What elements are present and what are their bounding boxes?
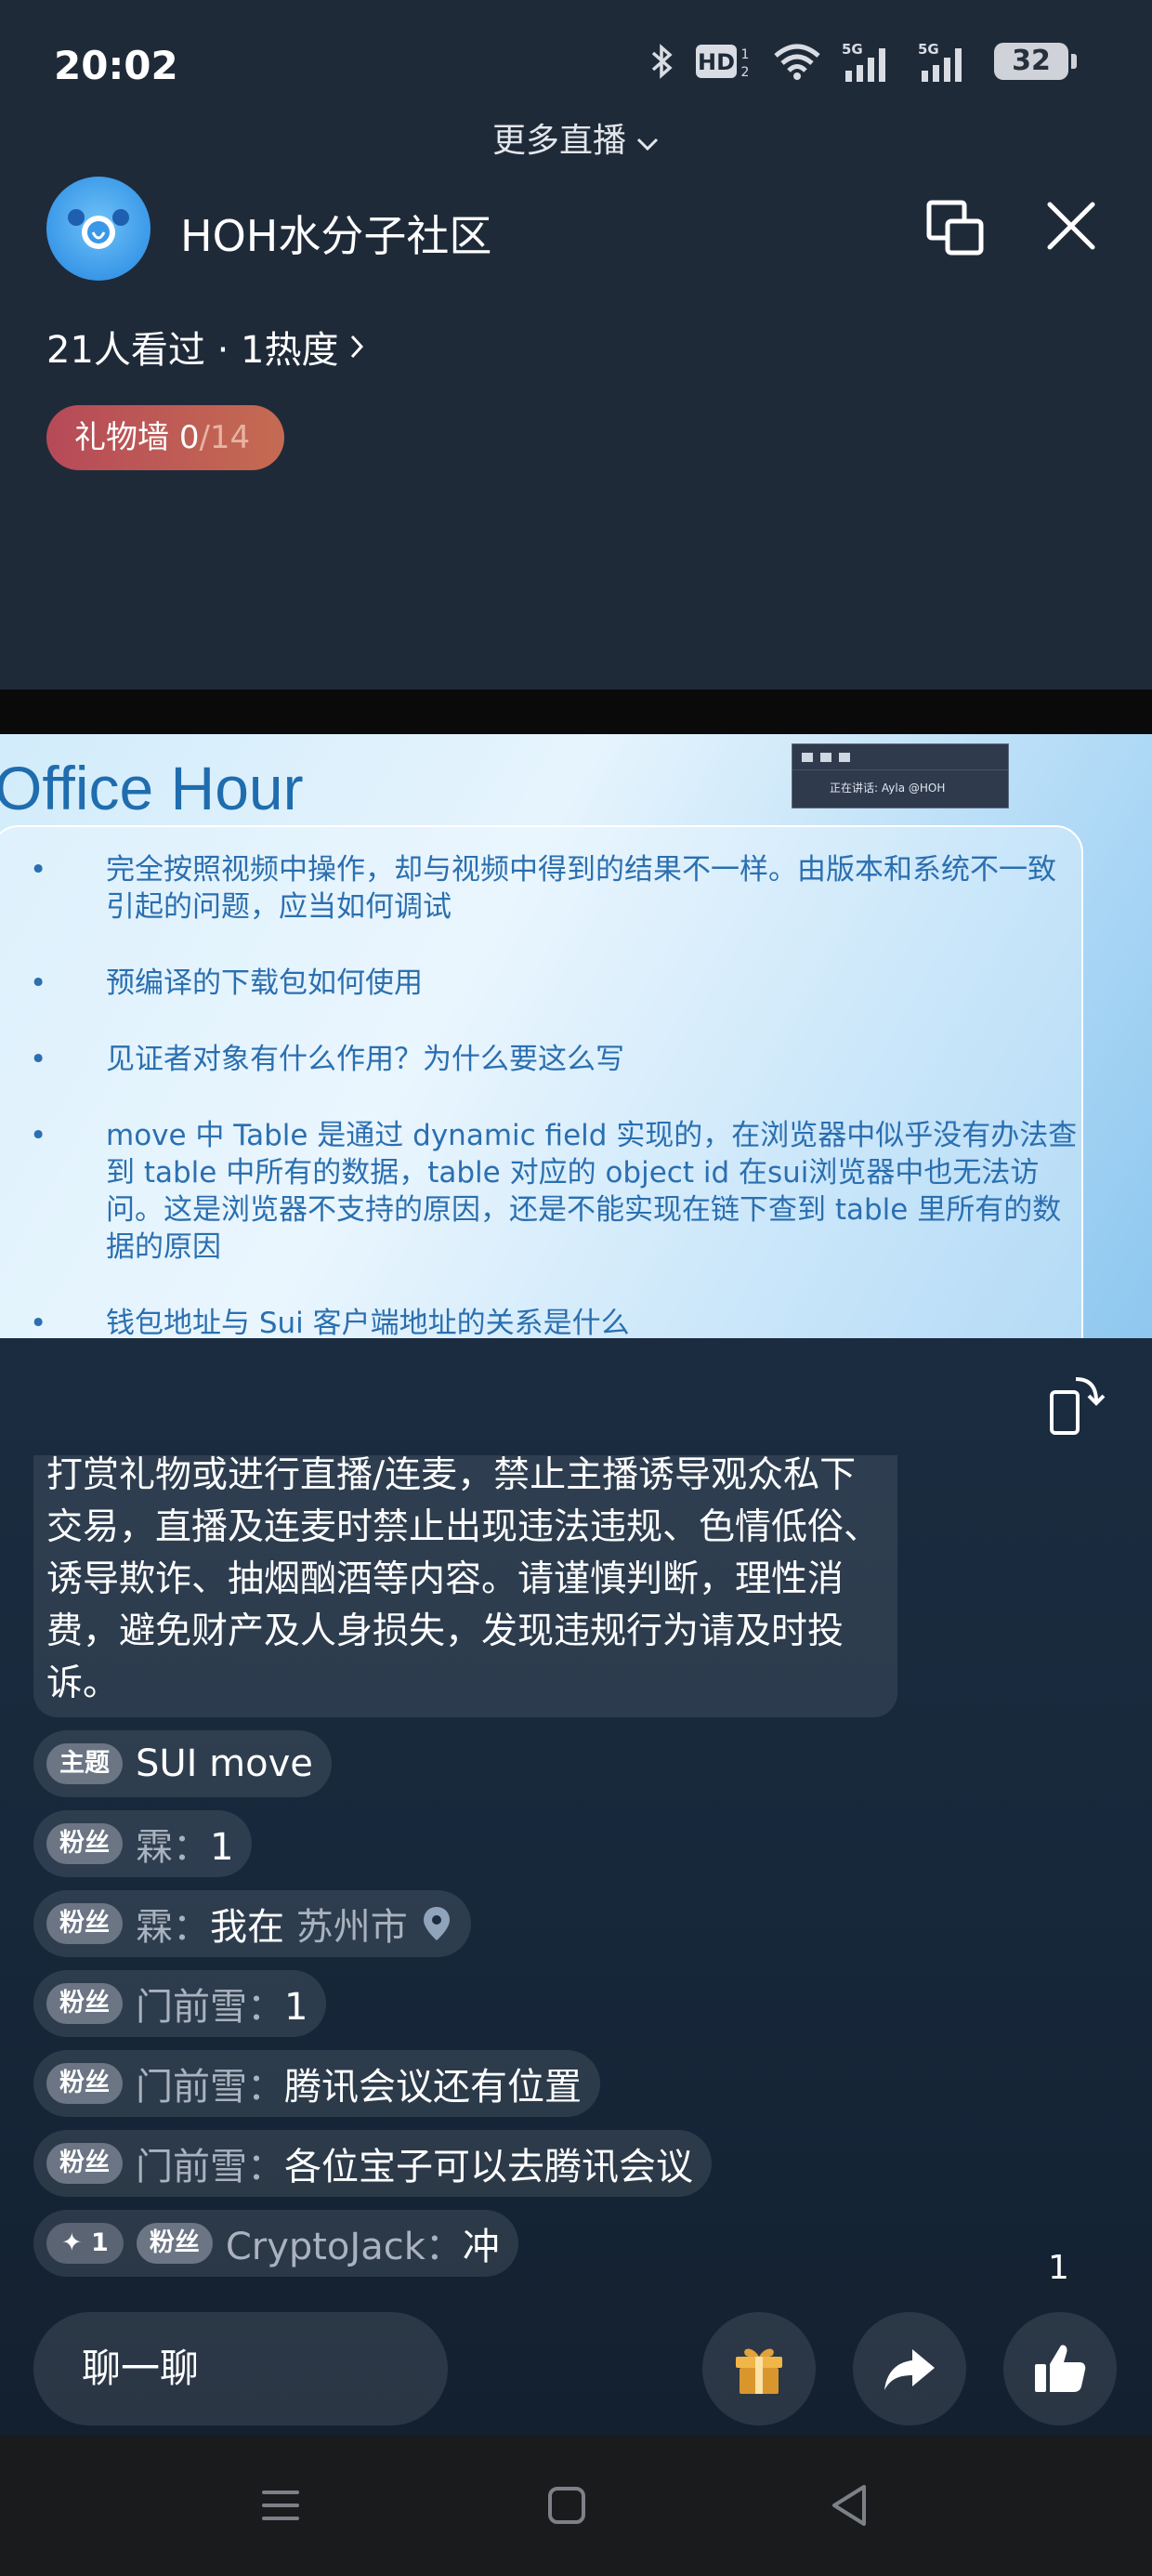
username: 霖： [136,1826,210,1869]
slide-bullet: move 中 Table 是通过 dynamic field 实现的，在浏览器中… [0,1117,1078,1266]
message-text: 各位宝子可以去腾讯会议 [284,2146,693,2188]
thumbs-up-icon [1035,2345,1086,2392]
message-body: CryptoJack：冲 [226,2216,500,2270]
gift-wall-count: 0 [178,419,200,456]
picture-in-picture-icon [926,200,984,256]
chat-input[interactable]: 聊一聊 [33,2312,448,2425]
chat-message[interactable]: 粉丝 门前雪：各位宝子可以去腾讯会议 [33,2130,712,2197]
slide-bullet: 见证者对象有什么作用？为什么要这么写 [0,1041,1078,1078]
signal-5g-icon: 5G [842,41,885,82]
status-time: 20:02 [54,43,178,88]
status-icons: HD 1 2 5G 5G 32 [650,41,1077,82]
viewer-stats-text: 21人看过 · 1热度 [46,329,339,372]
like-count: 1 [1048,2249,1069,2287]
username: 门前雪： [136,2066,284,2109]
chat-message[interactable]: 粉丝 门前雪：腾讯会议还有位置 [33,2050,600,2117]
close-icon [1047,202,1095,250]
chat-message[interactable]: ✦ 1 粉丝 CryptoJack：冲 [33,2210,518,2277]
username: 门前雪： [136,2146,284,2188]
viewer-stats[interactable]: 21人看过 · 1热度 [46,320,365,374]
room-title: HOH水分子社区 [180,211,492,261]
gift-button[interactable] [702,2312,816,2425]
home-icon [548,2487,585,2524]
message-text: 腾讯会议还有位置 [284,2066,582,2109]
fan-tag: 粉丝 [46,2063,123,2104]
pip-button[interactable] [925,199,985,256]
svg-text:2: 2 [741,65,750,80]
meeting-mini-window: 正在讲话: Ayla @HOH [792,743,1009,808]
svg-text:5G: 5G [918,41,939,58]
more-live-label: 更多直播 [491,122,626,160]
username: CryptoJack： [225,2226,463,2268]
close-button[interactable] [1044,199,1098,253]
slide-bullet: 完全按照视频中操作，却与视频中得到的结果不一样。由版本和系统不一致引起的问题，应… [0,851,1078,926]
fan-tag: 粉丝 [46,1823,123,1864]
message-text: 1 [210,1826,234,1869]
chat-message[interactable]: 粉丝 霖：1 [33,1810,253,1877]
chat-message[interactable]: 粉丝 门前雪：1 [33,1970,327,2037]
mini-window-text: 正在讲话: Ayla @HOH [830,782,946,795]
location-pin-icon [423,1907,450,1940]
gift-wall-button[interactable]: 礼物墙 0/14 [46,405,284,470]
slide-title: Office Hour [0,754,304,822]
chat-notice-text: 打赏礼物或进行直播/连麦，禁止主播诱导观众私下交易，直播及连麦时禁止出现违法违规… [46,1455,881,1704]
back-button[interactable] [823,2479,875,2531]
rotate-screen-button[interactable] [1048,1372,1106,1439]
chevron-right-icon [350,335,363,359]
fan-tag: 粉丝 [136,2223,213,2264]
menu-button[interactable] [255,2479,307,2531]
message-text: 我在 [210,1906,296,1949]
chat-message[interactable]: 粉丝 霖：我在 苏州市 [33,1890,471,1957]
menu-icon [262,2491,299,2520]
water-molecule-logo-icon [68,209,129,249]
slide-bullet: 钱包地址与 Sui 客户端地址的关系是什么 [0,1305,1078,1338]
message-body: 霖：1 [136,1817,233,1871]
message-body: 门前雪：1 [136,1977,308,2031]
avatar[interactable] [46,177,151,281]
svg-text:5G: 5G [842,41,863,58]
topic-tag: 主题 [46,1743,123,1784]
topic-text: SUI move [136,1742,313,1785]
message-text: 1 [284,1986,308,2029]
message-body: 门前雪：腾讯会议还有位置 [136,2057,582,2110]
gift-icon [736,2348,782,2394]
message-body: 门前雪：各位宝子可以去腾讯会议 [136,2136,693,2190]
svg-text:HD: HD [698,49,735,75]
mini-window-toolbar [792,744,1008,770]
back-icon [832,2485,866,2526]
hd-icon: HD 1 2 [696,45,750,80]
level-badge: ✦ 1 [46,2223,124,2264]
topic-row: 主题 SUI move [33,1730,332,1797]
chat-notice: 打赏礼物或进行直播/连麦，禁止主播诱导观众私下交易，直播及连麦时禁止出现违法违规… [33,1455,897,1717]
gift-wall-label: 礼物墙 [74,419,169,456]
message-text: 冲 [462,2226,500,2268]
signal-5g-icon: 5G [918,41,962,82]
chevron-down-icon [635,124,660,162]
username: 门前雪： [136,1986,284,2029]
share-button[interactable] [853,2312,966,2425]
fan-tag: 粉丝 [46,2143,123,2184]
share-icon [884,2349,935,2390]
live-video-frame[interactable]: Office Hour 正在讲话: Ayla @HOH 完全按照视频中操作，却与… [0,734,1152,1338]
wifi-icon [774,44,820,80]
gift-wall-total: /14 [199,419,251,456]
slide-bullet-list: 完全按照视频中操作，却与视频中得到的结果不一样。由版本和系统不一致引起的问题，应… [0,851,1078,1338]
battery-indicator: 32 [994,43,1077,80]
location-text: 苏州市 [295,1906,408,1949]
home-button[interactable] [541,2479,593,2531]
fan-tag: 粉丝 [46,1903,123,1944]
bluetooth-icon [651,44,673,79]
username: 霖： [136,1906,210,1949]
slide-bullet: 预编译的下载包如何使用 [0,965,1078,1002]
rotate-screen-icon [1050,1377,1106,1435]
message-body: 霖：我在 苏州市 [136,1897,408,1951]
more-live-button[interactable]: 更多直播 [0,113,1152,162]
like-button[interactable] [1003,2312,1117,2425]
divider [0,690,1152,734]
svg-text:1: 1 [741,47,750,62]
fan-tag: 粉丝 [46,1983,123,2024]
